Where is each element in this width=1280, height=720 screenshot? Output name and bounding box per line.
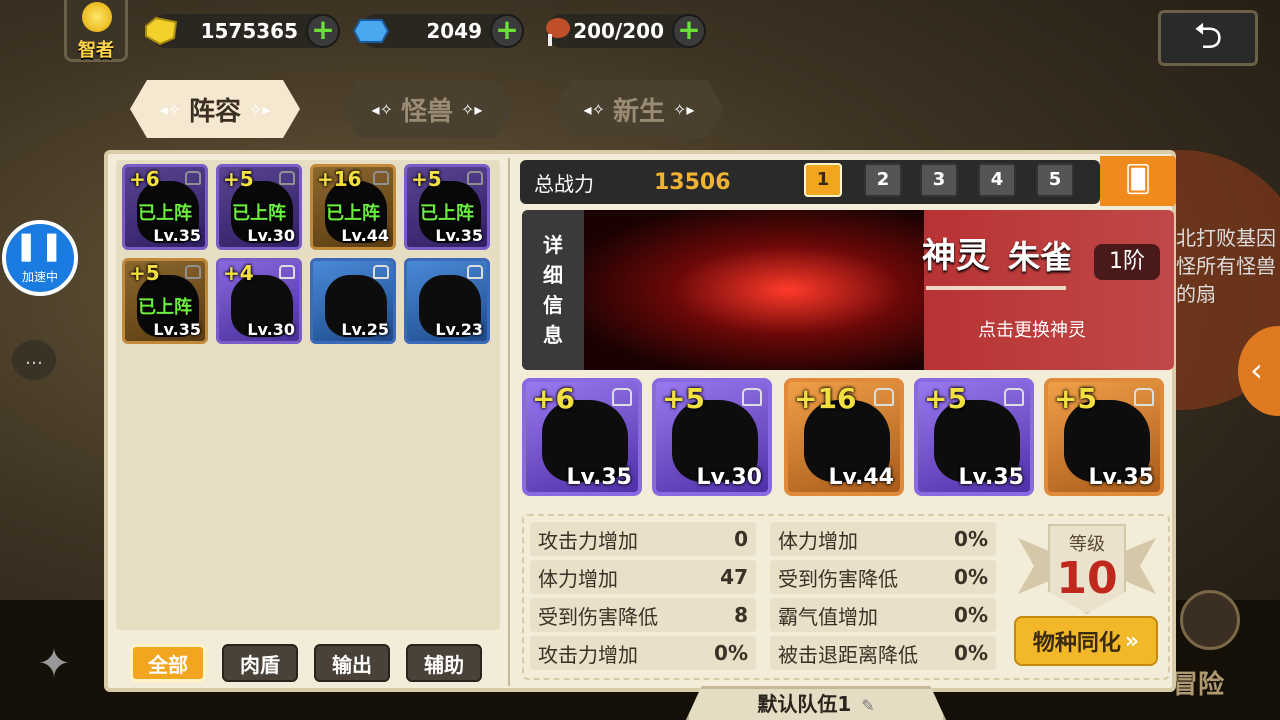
spirit-panel[interactable]: 详细信息 神灵 朱雀 1阶 点击更换神灵 <box>522 210 1174 370</box>
team-name: 默认队伍1 <box>757 692 852 716</box>
back-button[interactable]: ⮌ <box>1158 10 1258 66</box>
tab-deco-icon: ◂✧ <box>371 99 393 119</box>
back-arrow-icon: ⮌ <box>1193 16 1223 57</box>
team-member-card[interactable]: +5 Lv.35 <box>914 378 1034 496</box>
team-slot-2[interactable]: 2 <box>864 163 902 197</box>
team-member-card[interactable]: +16 Lv.44 <box>784 378 904 496</box>
team-slot-4[interactable]: 4 <box>978 163 1016 197</box>
chevron-right-icon: » <box>1124 628 1140 654</box>
roster-card[interactable]: +5 已上阵 Lv.35 <box>404 164 490 250</box>
roster-card[interactable]: +5 已上阵 Lv.35 <box>122 258 208 344</box>
monster-roster: +6 已上阵 Lv.35 +5 已上阵 Lv.30 +16 已上阵 Lv.44 … <box>116 160 500 630</box>
filter-support-button[interactable]: 辅助 <box>406 644 482 682</box>
chat-icon[interactable]: … <box>12 340 56 380</box>
lock-icon <box>612 388 632 406</box>
species-assimilation-button[interactable]: 物种同化 » <box>1014 616 1158 666</box>
stat-row: 体力增加 0% <box>770 522 996 556</box>
filter-all-button[interactable]: 全部 <box>130 644 206 682</box>
roster-card[interactable]: +16 已上阵 Lv.44 <box>310 164 396 250</box>
tab-deco-icon: ✧▸ <box>673 99 695 119</box>
lock-icon <box>185 265 201 279</box>
team-name-tab[interactable]: 默认队伍1 ✎ <box>686 686 946 720</box>
lock-icon <box>279 171 295 185</box>
lock-icon <box>742 388 762 406</box>
stat-row: 受到伤害降低 8 <box>530 598 756 632</box>
tab-lineup[interactable]: ◂✧ 阵容 ✧▸ <box>130 80 300 138</box>
team-member-card[interactable]: +5 Lv.35 <box>1044 378 1164 496</box>
gem-icon <box>352 12 390 50</box>
tab-deco-icon: ◂✧ <box>159 99 181 119</box>
pause-icon: ❚❚ <box>14 229 66 262</box>
stat-row: 攻击力增加 0 <box>530 522 756 556</box>
stamina-value: 200/200 <box>573 19 664 43</box>
total-power-label: 总战力 <box>534 171 594 196</box>
add-gem-button[interactable]: + <box>490 14 524 48</box>
spirit-name: 朱雀 <box>1008 238 1073 276</box>
spirit-name-underline <box>926 286 1066 290</box>
lock-icon <box>467 171 483 185</box>
lock-icon <box>373 265 389 279</box>
stat-row: 受到伤害降低 0% <box>770 560 996 594</box>
change-spirit-hint: 点击更换神灵 <box>978 320 1086 341</box>
team-slot-3[interactable]: 3 <box>920 163 958 197</box>
roster-card[interactable]: +6 已上阵 Lv.35 <box>122 164 208 250</box>
gem-counter: 2049 + <box>352 14 524 48</box>
tab-rebirth[interactable]: ◂✧ 新生 ✧▸ <box>554 80 724 138</box>
tab-deco-icon: ✧▸ <box>249 99 271 119</box>
level-shield: 等级 10 <box>1048 524 1126 614</box>
stamina-counter: 200/200 + <box>546 14 706 48</box>
player-title-badge[interactable]: 智者 <box>64 0 128 62</box>
tab-deco-icon: ◂✧ <box>583 99 605 119</box>
roster-card[interactable]: +5 已上阵 Lv.30 <box>216 164 302 250</box>
filter-tank-button[interactable]: 肉盾 <box>222 644 298 682</box>
lock-icon <box>373 171 389 185</box>
roster-card[interactable]: +4 Lv.30 <box>216 258 302 344</box>
lineup-panel: +6 已上阵 Lv.35 +5 已上阵 Lv.30 +16 已上阵 Lv.44 … <box>104 150 1176 692</box>
meat-icon <box>538 12 576 50</box>
add-stamina-button[interactable]: + <box>672 14 706 48</box>
roster-card[interactable]: Lv.25 <box>310 258 396 344</box>
team-slot-5[interactable]: 5 <box>1036 163 1074 197</box>
lock-icon <box>1004 388 1024 406</box>
adventure-label[interactable]: 冒险 <box>1172 664 1224 701</box>
lock-icon <box>279 265 295 279</box>
team-slot-1[interactable]: 1 <box>804 163 842 197</box>
speed-up-button[interactable]: ❚❚ 加速中 <box>2 220 78 296</box>
shuriken-icon[interactable]: ✦ <box>30 640 78 688</box>
lightbulb-icon <box>82 2 112 32</box>
player-title: 智者 <box>78 40 114 61</box>
filter-dps-button[interactable]: 输出 <box>314 644 390 682</box>
team-member-card[interactable]: +5 Lv.30 <box>652 378 772 496</box>
add-gold-button[interactable]: + <box>306 14 340 48</box>
tab-deco-icon: ✧▸ <box>461 99 483 119</box>
spirit-artwork <box>584 210 924 370</box>
stat-row: 攻击力增加 0% <box>530 636 756 670</box>
tab-monsters[interactable]: ◂✧ 怪兽 ✧▸ <box>342 80 512 138</box>
background-hint-text: 北打败基因怪所有怪兽的扇 <box>1176 226 1276 306</box>
detail-info-tab[interactable]: 详细信息 <box>522 210 584 370</box>
edit-pencil-icon[interactable]: ✎ <box>861 696 874 715</box>
spirit-rank-badge: 1阶 <box>1094 244 1160 280</box>
card-deck-icon[interactable]: 🂠 <box>1100 156 1176 206</box>
stat-row: 体力增加 47 <box>530 560 756 594</box>
lock-icon <box>467 265 483 279</box>
gold-icon <box>142 12 180 50</box>
total-power-value: 13506 <box>654 169 731 195</box>
gold-value: 1575365 <box>200 19 298 43</box>
stat-row: 被击退距离降低 0% <box>770 636 996 670</box>
compass-icon[interactable] <box>1180 590 1240 650</box>
stat-row: 霸气值增加 0% <box>770 598 996 632</box>
speed-label: 加速中 <box>21 270 58 284</box>
roster-card[interactable]: Lv.23 <box>404 258 490 344</box>
level-badge: 等级 10 <box>1018 524 1134 620</box>
lock-icon <box>874 388 894 406</box>
lock-icon <box>1134 388 1154 406</box>
gem-value: 2049 <box>426 19 482 43</box>
lock-icon <box>185 171 201 185</box>
team-member-card[interactable]: +6 Lv.35 <box>522 378 642 496</box>
spirit-category: 神灵 <box>922 236 990 276</box>
gold-counter: 1575365 + <box>145 14 340 48</box>
panel-divider <box>508 158 510 686</box>
